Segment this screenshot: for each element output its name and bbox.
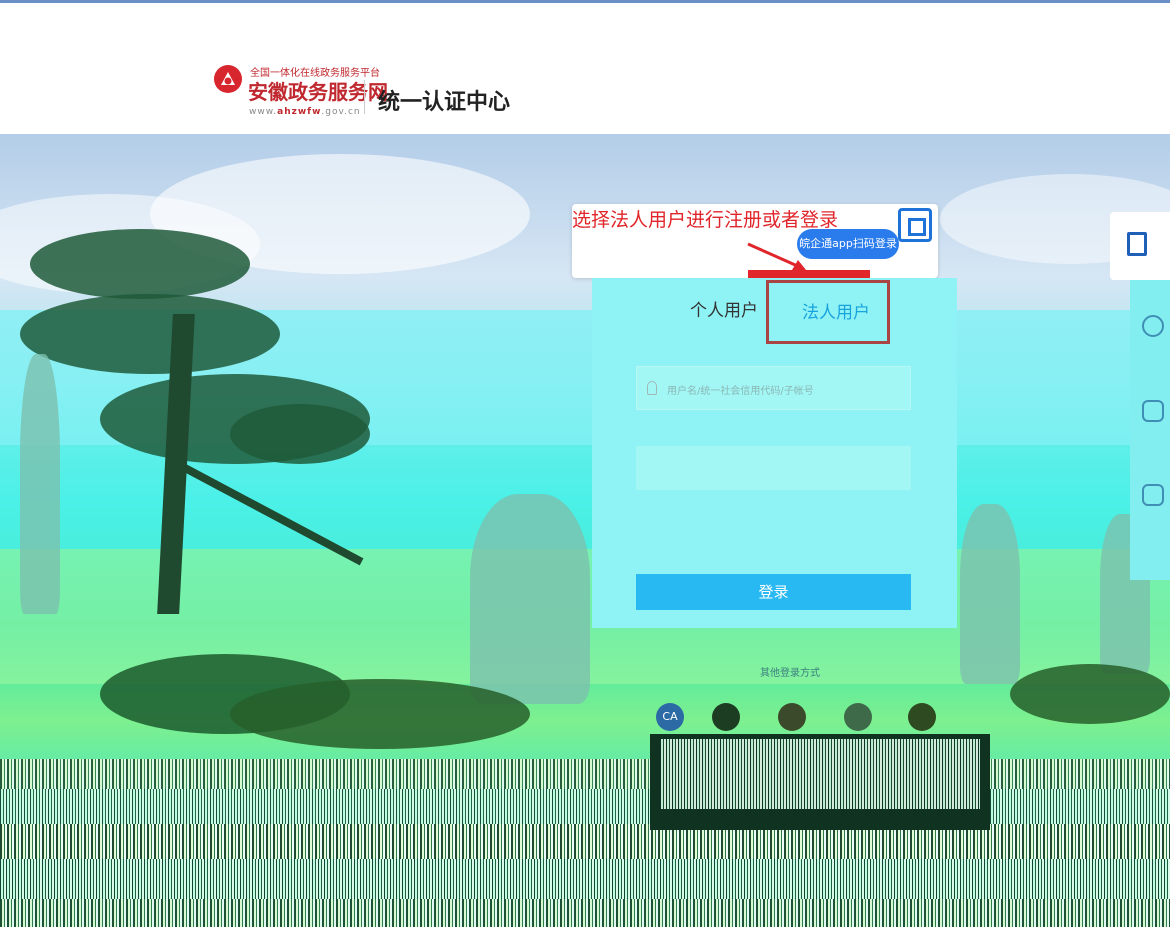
site-logo-icon[interactable] xyxy=(213,64,243,94)
user-service-icon[interactable] xyxy=(1142,400,1164,422)
alt-login-option-4[interactable] xyxy=(844,703,872,731)
alt-login-option-2[interactable] xyxy=(712,703,740,731)
site-url: www.ahzwfw.gov.cn xyxy=(249,107,361,117)
sidebar-shop-button[interactable] xyxy=(1110,212,1170,280)
user-icon xyxy=(647,381,657,395)
ca-login-button[interactable]: CA xyxy=(656,703,684,731)
site-header: 全国一体化在线政务服务平台 安徽政务服务网 www.ahzwfw.gov.cn … xyxy=(0,14,1170,134)
other-login-methods-label: 其他登录方式 xyxy=(760,668,820,679)
annotation-arrow-icon xyxy=(747,242,870,278)
login-button[interactable]: 登录 xyxy=(636,574,911,610)
alt-login-option-5[interactable] xyxy=(908,703,936,731)
document-icon[interactable] xyxy=(1142,484,1164,506)
alt-login-option-3[interactable] xyxy=(778,703,806,731)
tab-legal-user[interactable]: 法人用户 xyxy=(802,298,870,323)
annotation-text: 选择法人用户进行注册或者登录 xyxy=(572,209,839,231)
qr-code-icon[interactable] xyxy=(898,208,932,242)
header-divider xyxy=(364,80,365,114)
page-title: 统一认证中心 xyxy=(378,90,511,115)
shop-icon xyxy=(1127,232,1147,256)
site-brand-name[interactable]: 安徽政务服务网 xyxy=(248,76,388,105)
top-strip xyxy=(0,0,1170,14)
username-placeholder: 用户名/统一社会信用代码/子帐号 xyxy=(667,386,814,397)
password-input[interactable] xyxy=(636,446,911,490)
username-input[interactable]: 用户名/统一社会信用代码/子帐号 xyxy=(636,366,911,410)
tab-personal-user[interactable]: 个人用户 xyxy=(690,296,758,321)
smart-service-icon[interactable] xyxy=(1142,315,1164,337)
